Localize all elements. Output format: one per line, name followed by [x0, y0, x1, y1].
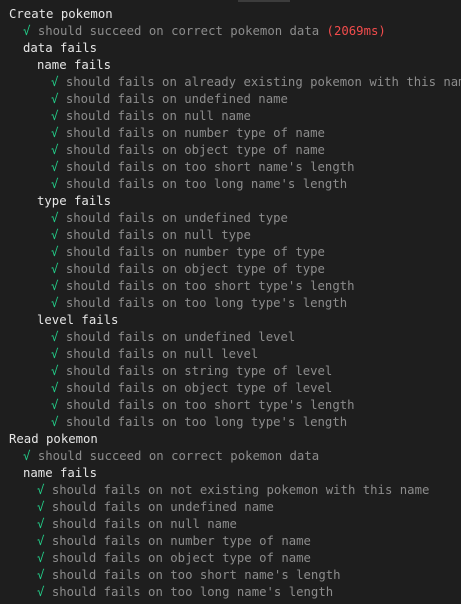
checkmark-icon: √	[51, 245, 59, 259]
test-result-line: √ should fails on undefined level	[0, 329, 461, 346]
suite-title: type fails	[37, 194, 112, 208]
suite-title: level fails	[37, 313, 119, 327]
test-result-line: √ should fails on too short name's lengt…	[0, 159, 461, 176]
checkmark-icon: √	[37, 585, 45, 599]
suite-title: data fails	[23, 41, 98, 55]
test-result-line: √ should fails on undefined name	[0, 499, 461, 516]
checkmark-icon: √	[37, 568, 45, 582]
test-result-line: √ should fails on too short type's lengt…	[0, 278, 461, 295]
test-title: should fails on string type of level	[65, 364, 333, 378]
terminal-output: Create pokemon √ should succeed on corre…	[0, 6, 461, 601]
test-result-line: √ should fails on number type of name	[0, 125, 461, 142]
test-title: should fails on too short name's length	[51, 568, 341, 582]
test-title: should fails on number type of name	[65, 126, 325, 140]
test-result-line: √ should fails on too short name's lengt…	[0, 567, 461, 584]
test-title: should fails on too short type's length	[65, 279, 355, 293]
checkmark-icon: √	[51, 228, 59, 242]
test-title: should succeed on correct pokemon data	[37, 449, 320, 463]
test-title: should fails on too short name's length	[65, 160, 355, 174]
test-title: should fails on undefined level	[65, 330, 296, 344]
checkmark-icon: √	[23, 449, 31, 463]
checkmark-icon: √	[51, 126, 59, 140]
checkmark-icon: √	[37, 551, 45, 565]
checkmark-icon: √	[51, 347, 59, 361]
test-title: should succeed on correct pokemon data	[37, 24, 320, 38]
test-result-line: √ should fails on null name	[0, 108, 461, 125]
test-title: should fails on null name	[65, 109, 251, 123]
test-result-line: √ should succeed on correct pokemon data	[0, 448, 461, 465]
test-result-line: √ should fails on string type of level	[0, 363, 461, 380]
test-result-line: √ should fails on undefined type	[0, 210, 461, 227]
checkmark-icon: √	[51, 364, 59, 378]
test-result-line: √ should fails on null level	[0, 346, 461, 363]
test-title: should fails on too long name's length	[65, 177, 348, 191]
test-result-line: √ should fails on already existing pokem…	[0, 74, 461, 91]
test-title: should fails on number type of name	[51, 534, 311, 548]
test-result-line: √ should fails on too long type's length	[0, 414, 461, 431]
checkmark-icon: √	[37, 483, 45, 497]
checkmark-icon: √	[51, 279, 59, 293]
test-result-line: √ should fails on undefined name	[0, 91, 461, 108]
test-title: should fails on null name	[51, 517, 237, 531]
test-title: should fails on too long type's length	[65, 296, 348, 310]
test-title: should fails on object type of type	[65, 262, 325, 276]
test-result-line: √ should fails on too long name's length	[0, 584, 461, 601]
test-result-line: √ should fails on too short type's lengt…	[0, 397, 461, 414]
test-result-line: √ should fails on not existing pokemon w…	[0, 482, 461, 499]
suite-title: name fails	[23, 466, 98, 480]
test-title: should fails on too short type's length	[65, 398, 355, 412]
test-duration: (2069ms)	[326, 24, 386, 38]
checkmark-icon: √	[51, 330, 59, 344]
test-title: should fails on undefined name	[51, 500, 274, 514]
test-title: should fails on undefined name	[65, 92, 288, 106]
test-title: should fails on null type	[65, 228, 251, 242]
test-title: should fails on undefined type	[65, 211, 288, 225]
test-title: should fails on object type of name	[51, 551, 311, 565]
checkmark-icon: √	[51, 211, 59, 225]
test-title: should fails on number type of type	[65, 245, 325, 259]
test-result-line: √ should fails on number type of type	[0, 244, 461, 261]
suite-title: Create pokemon	[9, 7, 113, 21]
checkmark-icon: √	[51, 160, 59, 174]
test-title: should fails on object type of name	[65, 143, 325, 157]
test-result-line: √ should fails on too long name's length	[0, 176, 461, 193]
test-result-line: √ should succeed on correct pokemon data…	[0, 23, 461, 40]
checkmark-icon: √	[23, 24, 31, 38]
test-title: should fails on too long name's length	[51, 585, 334, 599]
checkmark-icon: √	[51, 92, 59, 106]
test-result-line: √ should fails on null type	[0, 227, 461, 244]
checkmark-icon: √	[51, 398, 59, 412]
test-result-line: √ should fails on null name	[0, 516, 461, 533]
test-result-line: √ should fails on object type of type	[0, 261, 461, 278]
test-result-line: √ should fails on object type of name	[0, 550, 461, 567]
test-result-line: √ should fails on object type of name	[0, 142, 461, 159]
test-result-line: √ should fails on number type of name	[0, 533, 461, 550]
checkmark-icon: √	[51, 75, 59, 89]
checkmark-icon: √	[51, 109, 59, 123]
test-title: should fails on not existing pokemon wit…	[51, 483, 430, 497]
test-title: should fails on object type of level	[65, 381, 333, 395]
test-title: should fails on null level	[65, 347, 259, 361]
checkmark-icon: √	[51, 143, 59, 157]
checkmark-icon: √	[51, 177, 59, 191]
suite-title: name fails	[37, 58, 112, 72]
checkmark-icon: √	[51, 415, 59, 429]
checkmark-icon: √	[51, 262, 59, 276]
test-result-line: √ should fails on too long type's length	[0, 295, 461, 312]
suite-title: Read pokemon	[9, 432, 98, 446]
test-title: should fails on too long type's length	[65, 415, 348, 429]
checkmark-icon: √	[37, 500, 45, 514]
checkmark-icon: √	[37, 534, 45, 548]
checkmark-icon: √	[37, 517, 45, 531]
checkmark-icon: √	[51, 296, 59, 310]
panel-top-handle	[238, 0, 290, 2]
test-title: should fails on already existing pokemon…	[65, 75, 461, 89]
test-result-line: √ should fails on object type of level	[0, 380, 461, 397]
checkmark-icon: √	[51, 381, 59, 395]
